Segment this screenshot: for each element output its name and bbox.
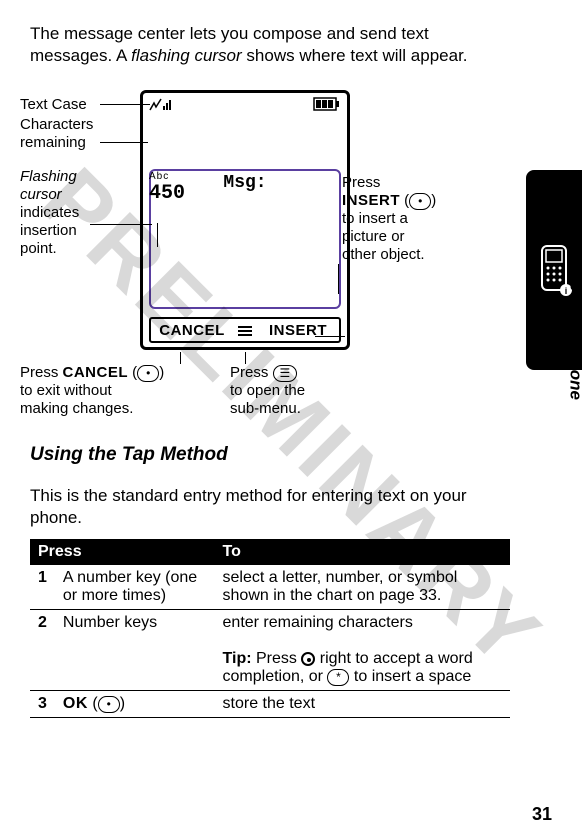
callout-bm1: Press [230, 364, 273, 381]
callout-right2: INSERT [342, 192, 400, 209]
callout-insert: Press INSERT (•) to insert a picture or … [342, 174, 436, 264]
battery-icon [313, 97, 341, 111]
callout-menu: Press ☰ to open the sub-menu. [230, 364, 305, 418]
left-softkey-icon: • [137, 365, 159, 382]
callout-bl3: ( [128, 364, 137, 381]
callout-flash: Flashing cursor indicates insertion poin… [20, 168, 79, 258]
leader-line [338, 264, 339, 294]
callout-bl2: CANCEL [63, 364, 129, 381]
callout-right5: other object. [342, 246, 425, 263]
tip-text-b: Press [252, 650, 302, 667]
softkey-bar: CANCEL INSERT [149, 317, 341, 343]
intro-text-c: shows where text will appear. [242, 46, 468, 65]
intro-text-b: flashing cursor [131, 46, 242, 65]
leader-line [315, 336, 345, 337]
callout-bm2: to open the [230, 382, 305, 399]
step-2-action: enter remaining characters [223, 614, 413, 631]
softkey-menu-icon [233, 324, 257, 336]
callout-flash3: indicates [20, 204, 79, 221]
intro-paragraph: The message center lets you compose and … [30, 23, 510, 67]
callout-right2c: ) [431, 192, 436, 209]
step-1-num: 1 [30, 565, 55, 610]
callout-bl5: to exit without [20, 382, 112, 399]
callout-bm3: sub-menu. [230, 400, 301, 417]
step-3-to: store the text [215, 691, 510, 718]
leader-line [90, 224, 152, 225]
ok-label: OK [63, 695, 88, 712]
leader-line [100, 104, 150, 105]
callout-right2b: ( [400, 192, 409, 209]
callout-textcase: Text Case [20, 96, 87, 114]
softkey-cancel: CANCEL [151, 322, 233, 339]
phone-screen: Abc 450 Msg: CANCEL INSERT [140, 90, 350, 350]
callout-chars1: Characters [20, 116, 93, 134]
callout-chars2: remaining [20, 134, 86, 152]
callout-flash2: cursor [20, 186, 62, 203]
callout-bl4: ) [159, 364, 164, 381]
step-2-num: 2 [30, 610, 55, 691]
step-3-press: OK (•) [55, 691, 215, 718]
signal-icon [149, 97, 175, 111]
right-softkey-icon: • [409, 193, 431, 210]
side-running-head: Learning to Use Your Phone [566, 172, 582, 400]
left-softkey-icon: • [98, 696, 120, 713]
diagram-area: Abc 450 Msg: CANCEL INSERT Text Case Cha… [30, 84, 510, 444]
tip-text-d: to insert a space [349, 668, 471, 685]
nav-key-icon [301, 652, 315, 666]
steps-table: Press To 1 A number key (one or more tim… [30, 539, 510, 718]
tip-label: Tip: [223, 650, 252, 667]
page-number: 31 [532, 804, 552, 825]
callout-bl1: Press [20, 364, 63, 381]
callout-right4: picture or [342, 228, 405, 245]
th-press: Press [30, 539, 215, 565]
page-content: The message center lets you compose and … [30, 6, 510, 718]
step-2-to: enter remaining characters Tip: Press ri… [215, 610, 510, 691]
step-3-num: 3 [30, 691, 55, 718]
callout-flash4: insertion [20, 222, 77, 239]
leader-line [100, 142, 148, 143]
th-to: To [215, 539, 510, 565]
step-3-b: ( [88, 695, 98, 712]
step-1-press: A number key (one or more times) [55, 565, 215, 610]
status-bar [149, 97, 341, 111]
callout-flash5: point. [20, 240, 57, 257]
flashing-cursor [157, 223, 158, 247]
step-3-c: ) [120, 695, 125, 712]
callout-cancel: Press CANCEL (•) to exit without making … [20, 364, 164, 418]
step-2-press: Number keys [55, 610, 215, 691]
menu-key-icon: ☰ [273, 365, 298, 382]
section-heading: Using the Tap Method [30, 444, 510, 466]
leader-line [180, 352, 181, 364]
callout-right1: Press [342, 174, 380, 191]
callout-bl6: making changes. [20, 400, 133, 417]
callout-right3: to insert a [342, 210, 408, 227]
msg-field-label: Msg: [143, 173, 347, 193]
section-body: This is the standard entry method for en… [30, 485, 510, 529]
callout-flash1: Flashing [20, 168, 77, 185]
leader-line [245, 352, 246, 364]
star-key-icon: * [327, 669, 349, 686]
step-1-to: select a letter, number, or symbol shown… [215, 565, 510, 610]
